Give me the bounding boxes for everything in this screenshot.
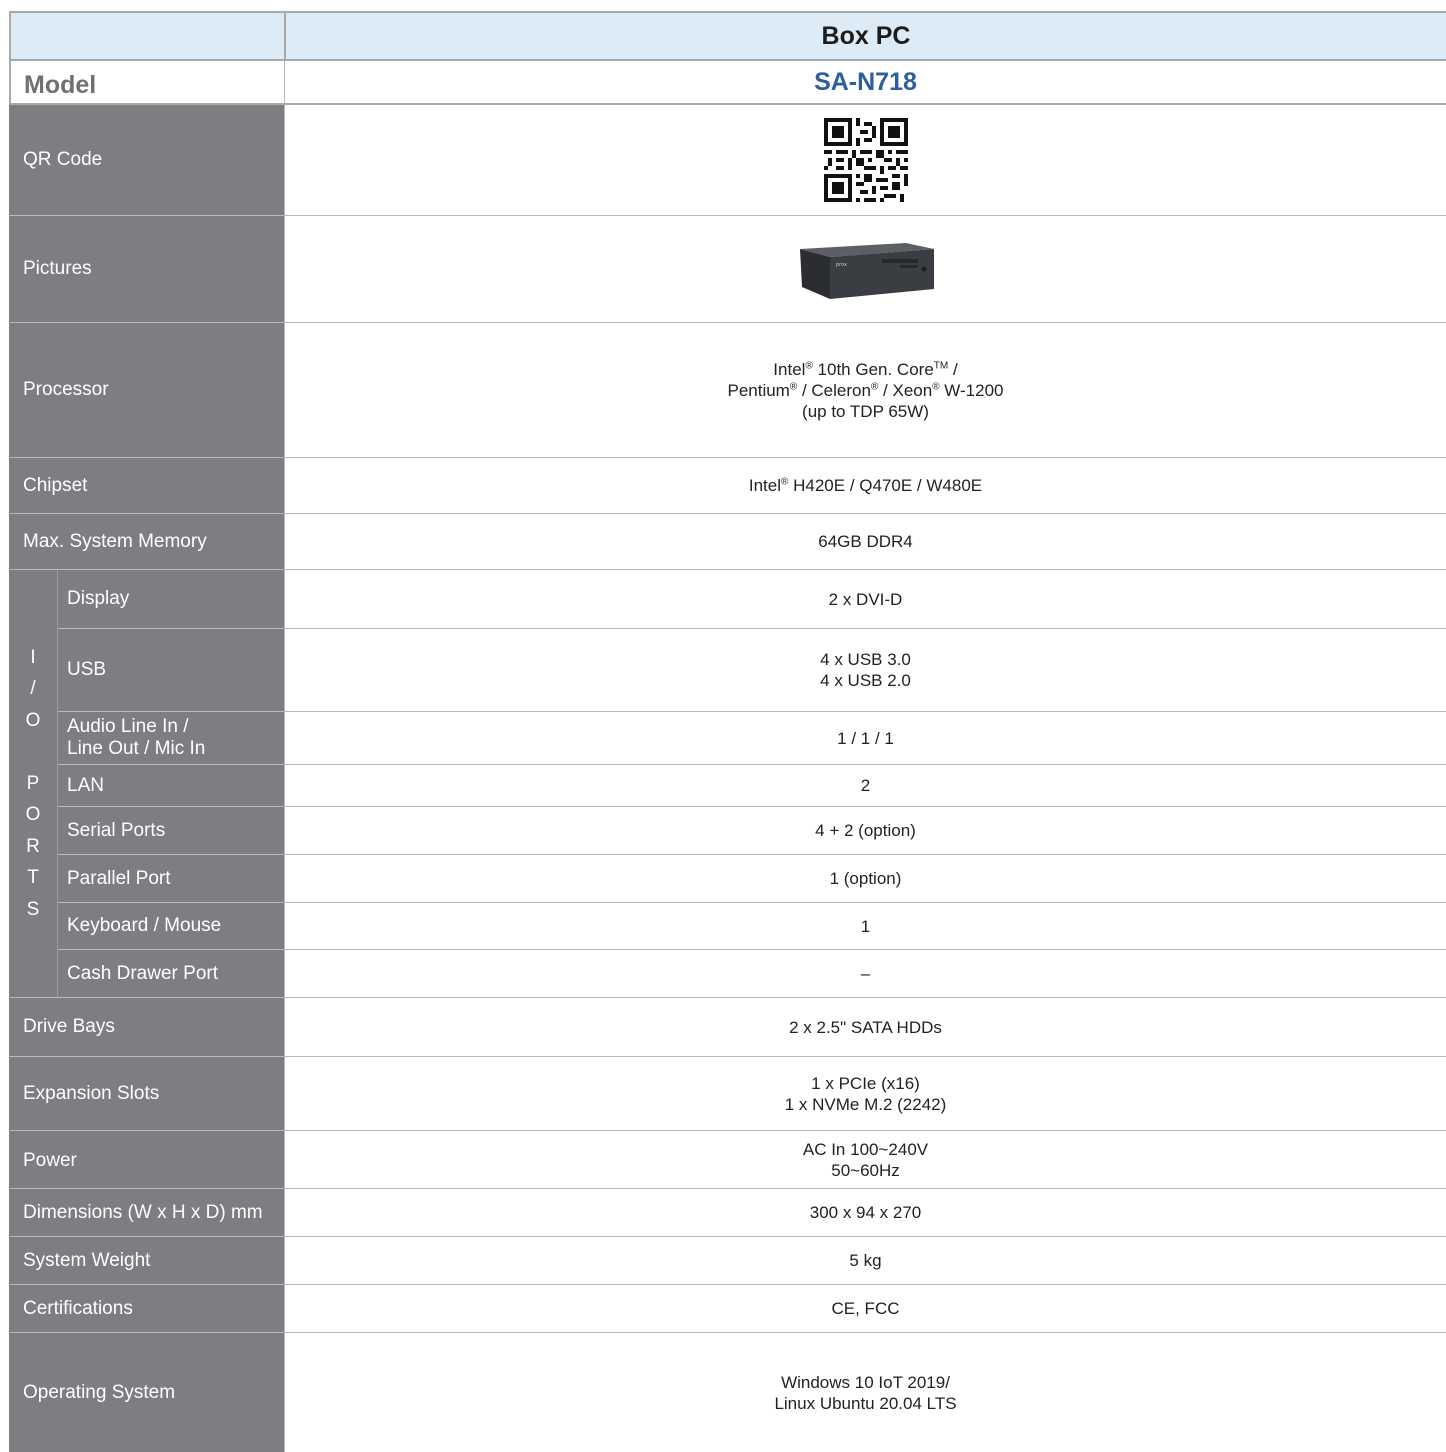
processor-line-2: Pentium® / Celeron® / Xeon® W-1200 — [727, 380, 1004, 400]
dimensions-value: 300 x 94 x 270 — [284, 1189, 1446, 1237]
lan-label: LAN — [58, 765, 284, 807]
expansion-label: Expansion Slots — [9, 1057, 284, 1131]
pictures-label: Pictures — [9, 216, 284, 323]
certifications-value: CE, FCC — [284, 1285, 1446, 1333]
usb-label: USB — [58, 629, 284, 712]
display-label: Display — [58, 570, 284, 629]
chipset-label: Chipset — [9, 458, 284, 514]
model-label: Model — [9, 61, 284, 105]
expansion-value: 1 x PCIe (x16) 1 x NVMe M.2 (2242) — [284, 1057, 1446, 1131]
chipset-value: Intel® H420E / Q470E / W480E — [284, 458, 1446, 514]
header-title: Box PC — [284, 11, 1446, 61]
header-corner — [9, 11, 284, 61]
pictures-cell: prox — [284, 216, 1446, 323]
qr-code-image — [823, 118, 908, 202]
certifications-label: Certifications — [9, 1285, 284, 1333]
drive-bays-value: 2 x 2.5" SATA HDDs — [284, 998, 1446, 1057]
io-ports-group-label: I / O PO RTS — [9, 570, 58, 998]
os-label: Operating System — [9, 1333, 284, 1452]
spec-table: Box PC Model SA-N718 QR Code Pictures pr… — [9, 11, 1446, 1452]
cash-drawer-label: Cash Drawer Port — [58, 950, 284, 998]
power-value: AC In 100~240V 50~60Hz — [284, 1131, 1446, 1189]
serial-value: 4 + 2 (option) — [284, 807, 1446, 855]
parallel-value: 1 (option) — [284, 855, 1446, 903]
weight-value: 5 kg — [284, 1237, 1446, 1285]
processor-line-1: Intel® 10th Gen. CoreTM / — [773, 359, 958, 379]
product-brand-logo: prox — [836, 262, 847, 268]
kbm-label: Keyboard / Mouse — [58, 903, 284, 950]
audio-label: Audio Line In / Line Out / Mic In — [58, 712, 284, 765]
lan-value: 2 — [284, 765, 1446, 807]
display-value: 2 x DVI-D — [284, 570, 1446, 629]
kbm-value: 1 — [284, 903, 1446, 950]
processor-line-3: (up to TDP 65W) — [802, 401, 929, 421]
os-value: Windows 10 IoT 2019/Linux Ubuntu 20.04 L… — [284, 1333, 1446, 1452]
serial-label: Serial Ports — [58, 807, 284, 855]
usb-value: 4 x USB 3.0 4 x USB 2.0 — [284, 629, 1446, 712]
drive-bays-label: Drive Bays — [9, 998, 284, 1057]
audio-value: 1 / 1 / 1 — [284, 712, 1446, 765]
qr-label: QR Code — [9, 105, 284, 216]
parallel-label: Parallel Port — [58, 855, 284, 903]
processor-value: Intel® 10th Gen. CoreTM / Pentium® / Cel… — [284, 323, 1446, 458]
model-value: SA-N718 — [284, 61, 1446, 105]
weight-label: System Weight — [9, 1237, 284, 1285]
dimensions-label: Dimensions (W x H x D) mm — [9, 1189, 284, 1237]
qr-cell — [284, 105, 1446, 216]
box-pc-product-image: prox — [799, 243, 934, 299]
memory-label: Max. System Memory — [9, 514, 284, 570]
power-label: Power — [9, 1131, 284, 1189]
memory-value: 64GB DDR4 — [284, 514, 1446, 570]
processor-label: Processor — [9, 323, 284, 458]
cash-drawer-value: – — [284, 950, 1446, 998]
